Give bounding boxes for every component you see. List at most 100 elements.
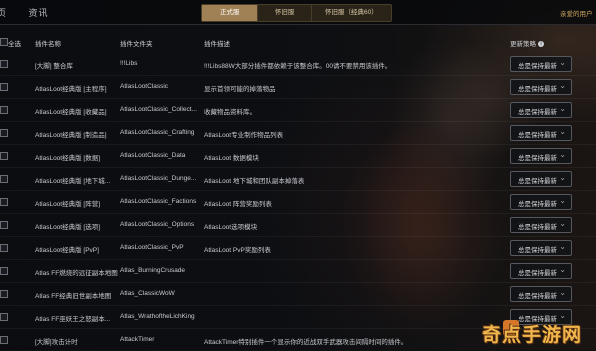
row-checkbox[interactable] <box>0 83 8 91</box>
table-row: AtlasLoot经典版 [数据] AtlasLootClassic_Data … <box>0 144 596 168</box>
row-checkbox[interactable] <box>0 290 8 298</box>
plugin-folder: Atlas_ClassicWoW <box>120 290 175 297</box>
plugin-folder: Atlas_WrathoftheLichKing <box>120 313 195 320</box>
plugin-name: AtlasLoot经典版 [地下城... <box>35 178 111 185</box>
plugin-name: AtlasLoot经典版 [数据] <box>35 155 101 162</box>
plugin-description: 显示首领可能的掉落物品 <box>204 86 276 93</box>
chevron-down-icon: ⌄ <box>559 242 566 251</box>
update-policy-value: 总是保持最新 <box>518 201 557 208</box>
plugin-folder: AtlasLootClassic_Crafting <box>120 129 195 136</box>
tab-retail[interactable]: 正式服 <box>202 5 259 21</box>
plugin-folder: AttackTimer <box>120 336 155 343</box>
chevron-down-icon: ⌄ <box>559 127 566 136</box>
update-policy-select[interactable]: 总是保持最新 ⌄ <box>510 286 572 302</box>
chevron-down-icon: ⌄ <box>559 81 566 90</box>
table-row: AtlasLoot经典版 [地下城... AtlasLootClassic_Du… <box>0 167 596 191</box>
top-nav: 页 资讯 <box>0 6 67 19</box>
plugin-name: AtlasLoot经典版 [选项] <box>35 224 101 231</box>
plugin-description: AtlasLoot 阵营奖励列表 <box>204 201 272 208</box>
header-plugin-name: 插件名称 <box>35 41 61 48</box>
plugin-folder: AtlasLootClassic_Collect... <box>120 106 197 113</box>
update-policy-select[interactable]: 总是保持最新 ⌄ <box>510 263 572 279</box>
row-checkbox[interactable] <box>0 60 8 68</box>
table-row: AtlasLoot经典版 [制造品] AtlasLootClassic_Craf… <box>0 121 596 145</box>
plugin-description: AtlasLoot 数据模块 <box>204 155 259 162</box>
chevron-down-icon: ⌄ <box>559 311 566 320</box>
table-row: AtlasLoot经典版 [PvP] AtlasLootClassic_PvP … <box>0 236 596 260</box>
row-checkbox[interactable] <box>0 244 8 252</box>
table-row: Atlas FF燃烧的远征副本地图 Atlas_BurningCrusade 总… <box>0 259 596 283</box>
plugin-description: AtlasLoot PvP奖励列表 <box>204 247 271 254</box>
plugin-folder: Atlas_BurningCrusade <box>120 267 186 274</box>
update-policy-value: 总是保持最新 <box>518 132 557 139</box>
row-checkbox[interactable] <box>0 106 8 114</box>
nav-item-news[interactable]: 资讯 <box>29 8 49 18</box>
update-policy-value: 总是保持最新 <box>518 86 557 93</box>
info-icon[interactable]: i <box>538 41 544 48</box>
user-login[interactable]: 亲爱的用户 <box>560 8 593 18</box>
plugin-name: [大脚]攻击计时 <box>35 339 78 346</box>
plugin-folder: AtlasLootClassic_PvP <box>120 244 184 251</box>
plugin-description: !!!Libs88W大部分插件都依赖于该整合库。00请不要禁用该插件。 <box>204 63 392 70</box>
plugin-name: Atlas FF巫妖王之怒副本... <box>35 316 111 323</box>
plugin-folder: AtlasLootClassic_Dunge... <box>120 175 197 182</box>
nav-item[interactable]: 页 <box>0 8 7 18</box>
plugin-description: AtlasLoot选项模块 <box>204 224 258 231</box>
header-update-policy-label: 更新策略 <box>510 41 536 48</box>
plugin-description: 收藏物品资料库。 <box>204 109 256 116</box>
update-policy-select[interactable]: 总是保持最新 ⌄ <box>510 240 572 256</box>
update-policy-value: 总是保持最新 <box>518 270 557 277</box>
server-tabs: 正式服 怀旧服 怀旧服（经典60） <box>201 4 392 22</box>
plugin-description: AtlasLoot专业制作物品列表 <box>204 132 284 139</box>
update-policy-select[interactable]: 总是保持最新 ⌄ <box>510 217 572 233</box>
update-policy-select[interactable]: 总是保持最新 ⌄ <box>510 56 572 72</box>
top-bar: 页 资讯 正式服 怀旧服 怀旧服（经典60） 亲爱的用户 <box>0 0 596 25</box>
update-policy-select[interactable]: 总是保持最新 ⌄ <box>510 194 572 210</box>
update-policy-value: 总是保持最新 <box>518 63 557 70</box>
tab-classic[interactable]: 怀旧服 <box>258 5 312 21</box>
table-row: Atlas FF经典旧世副本地图 Atlas_ClassicWoW 总是保持最新… <box>0 282 596 306</box>
row-checkbox[interactable] <box>0 152 8 160</box>
table-row: AtlasLoot经典版 [选项] AtlasLootClassic_Optio… <box>0 213 596 237</box>
select-all-checkbox[interactable] <box>0 38 8 46</box>
header-folder: 插件文件夹 <box>120 41 153 48</box>
table-row: [大脚] 整合库 !!!Libs !!!Libs88W大部分插件都依赖于该整合库… <box>0 52 596 76</box>
plugin-name: Atlas FF燃烧的远征副本地图 <box>35 270 118 277</box>
row-checkbox[interactable] <box>0 313 8 321</box>
chevron-down-icon: ⌄ <box>559 219 566 228</box>
table-row: AtlasLoot经典版 [主程序] AtlasLootClassic 显示首领… <box>0 75 596 99</box>
table-row: AtlasLoot经典版 [收藏品] AtlasLootClassic_Coll… <box>0 98 596 122</box>
plugin-folder: AtlasLootClassic <box>120 83 169 90</box>
row-checkbox[interactable] <box>0 129 8 137</box>
row-checkbox[interactable] <box>0 175 8 183</box>
table-header: 全选 插件名称 插件文件夹 插件描述 更新策略 i <box>0 34 596 50</box>
watermark: 奇点手游网 <box>482 325 583 346</box>
chevron-down-icon: ⌄ <box>559 58 566 67</box>
plugin-folder: AtlasLootClassic_Data <box>120 152 186 159</box>
update-policy-select[interactable]: 总是保持最新 ⌄ <box>510 171 572 187</box>
header-select-all: 全选 <box>8 41 21 48</box>
plugin-description: AtlasLoot 地下城和团队副本掉落表 <box>204 178 305 185</box>
row-checkbox[interactable] <box>0 221 8 229</box>
plugin-name: Atlas FF经典旧世副本地图 <box>35 293 112 300</box>
update-policy-value: 总是保持最新 <box>518 155 557 162</box>
update-policy-select[interactable]: 总是保持最新 ⌄ <box>510 102 572 118</box>
plugin-folder: !!!Libs <box>120 60 138 67</box>
update-policy-value: 总是保持最新 <box>518 178 557 185</box>
chevron-down-icon: ⌄ <box>559 288 566 297</box>
update-policy-value: 总是保持最新 <box>518 224 557 231</box>
header-description: 插件描述 <box>204 41 230 48</box>
chevron-down-icon: ⌄ <box>559 104 566 113</box>
update-policy-select[interactable]: 总是保持最新 ⌄ <box>510 79 572 95</box>
plugin-name: AtlasLoot经典版 [收藏品] <box>35 109 107 116</box>
row-checkbox[interactable] <box>0 336 8 344</box>
table-row: AtlasLoot经典版 [阵营] AtlasLootClassic_Facti… <box>0 190 596 214</box>
tab-classic-60[interactable]: 怀旧服（经典60） <box>312 5 391 21</box>
update-policy-select[interactable]: 总是保持最新 ⌄ <box>510 148 572 164</box>
update-policy-select[interactable]: 总是保持最新 ⌄ <box>510 125 572 141</box>
chevron-down-icon: ⌄ <box>559 150 566 159</box>
row-checkbox[interactable] <box>0 198 8 206</box>
plugin-folder: AtlasLootClassic_Factions <box>120 198 197 205</box>
row-checkbox[interactable] <box>0 267 8 275</box>
plugin-name: AtlasLoot经典版 [主程序] <box>35 86 107 93</box>
